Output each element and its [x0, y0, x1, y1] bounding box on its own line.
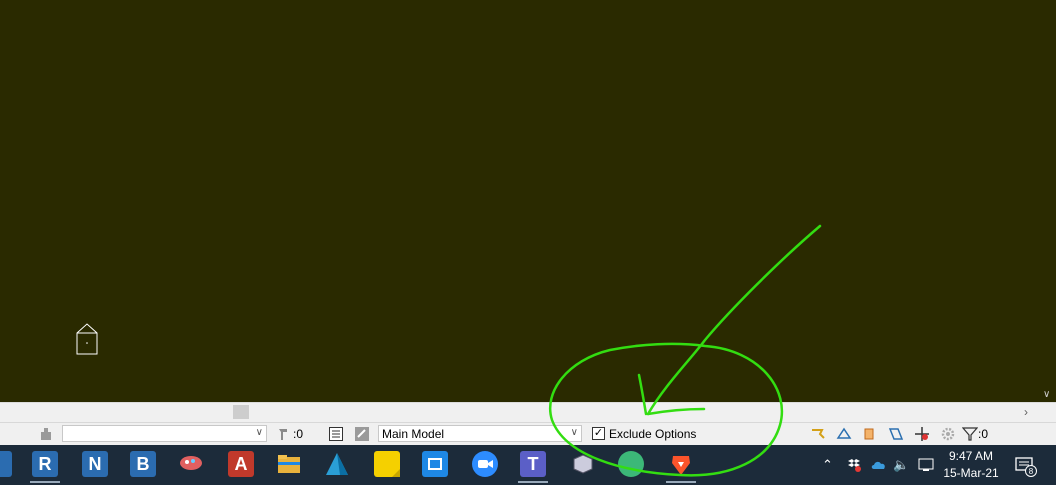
drag-elements-icon[interactable] — [914, 426, 930, 442]
filter-count: :0 — [978, 427, 989, 441]
zoom-app-icon[interactable] — [472, 451, 498, 477]
clock-time[interactable]: 9:47 AM — [945, 449, 997, 463]
paint-app-icon[interactable] — [178, 451, 204, 477]
notification-count: 8 — [1029, 467, 1034, 476]
vertical-scrollbar[interactable]: ∨ — [1040, 0, 1056, 402]
editable-only-icon[interactable] — [328, 426, 344, 442]
action-center-notification-icon[interactable]: 8 — [1014, 455, 1038, 477]
network-icon[interactable] — [918, 457, 934, 473]
revit-r-app-icon[interactable]: R — [32, 451, 58, 477]
background-processes-gear-icon[interactable] — [940, 426, 956, 442]
selection-count: :0 — [293, 427, 304, 441]
chevron-down-icon: ∨ — [570, 427, 578, 438]
file-explorer-app-icon[interactable] — [276, 451, 302, 477]
select-by-face-icon[interactable] — [888, 426, 904, 442]
drawing-canvas[interactable] — [0, 0, 1040, 402]
clock-date[interactable]: 15-Mar-21 — [942, 466, 1000, 480]
running-indicator — [518, 481, 548, 483]
navisworks-app-icon[interactable]: N — [82, 451, 108, 477]
filter-icon[interactable] — [962, 426, 978, 442]
design-options-icon[interactable] — [354, 426, 370, 442]
select-links-icon[interactable] — [810, 426, 826, 442]
horizontal-scrollbar[interactable]: › — [0, 402, 1056, 423]
volume-icon[interactable]: 🔈 — [893, 457, 909, 473]
exclude-options-label: Exclude Options — [609, 427, 697, 441]
sticky-notes-app-icon[interactable] — [374, 451, 400, 477]
teams-app-icon[interactable]: T — [520, 451, 546, 477]
selection-filter-icon[interactable] — [275, 426, 291, 442]
dropbox-icon[interactable] — [846, 457, 862, 473]
scrollbar-corner — [1040, 403, 1056, 423]
worksharing-icon[interactable] — [38, 426, 54, 442]
autocad-app-icon[interactable]: A — [228, 451, 254, 477]
exclude-options-checkbox[interactable]: ✓ — [592, 427, 605, 440]
windows-taskbar: R N B A T ⌃ 🔈 9:47 AM 15-Mar-21 8 — [0, 445, 1056, 485]
brave-app-icon[interactable] — [668, 451, 694, 477]
running-indicator — [30, 481, 60, 483]
design-option-dropdown[interactable]: Main Model ∨ — [378, 425, 582, 442]
active-workset-dropdown[interactable]: ∨ — [62, 425, 267, 442]
partial-app-icon[interactable] — [0, 451, 12, 477]
show-hidden-icons-chevron-up-icon[interactable]: ⌃ — [822, 457, 833, 473]
chevron-down-icon: ∨ — [255, 427, 263, 438]
autodesk-app-icon[interactable] — [324, 451, 350, 477]
scroll-down-arrow-icon[interactable]: ∨ — [1043, 389, 1050, 400]
running-indicator — [666, 481, 696, 483]
bim-b-app-icon[interactable]: B — [130, 451, 156, 477]
design-option-value: Main Model — [382, 427, 445, 441]
select-underlay-icon[interactable] — [836, 426, 852, 442]
status-bar: ∨ :0 Main Model ∨ ✓ Exclude Options :0 — [0, 422, 1056, 445]
chat-app-icon[interactable] — [618, 451, 644, 477]
scroll-right-arrow-icon[interactable]: › — [1024, 405, 1028, 419]
viewer-3d-app-icon[interactable] — [570, 451, 596, 477]
onedrive-cloud-icon[interactable] — [870, 457, 888, 473]
view-cube-house-icon[interactable] — [76, 323, 98, 355]
scroll-thumb[interactable] — [233, 405, 249, 419]
store-app-icon[interactable] — [422, 451, 448, 477]
select-pinned-icon[interactable] — [862, 426, 878, 442]
